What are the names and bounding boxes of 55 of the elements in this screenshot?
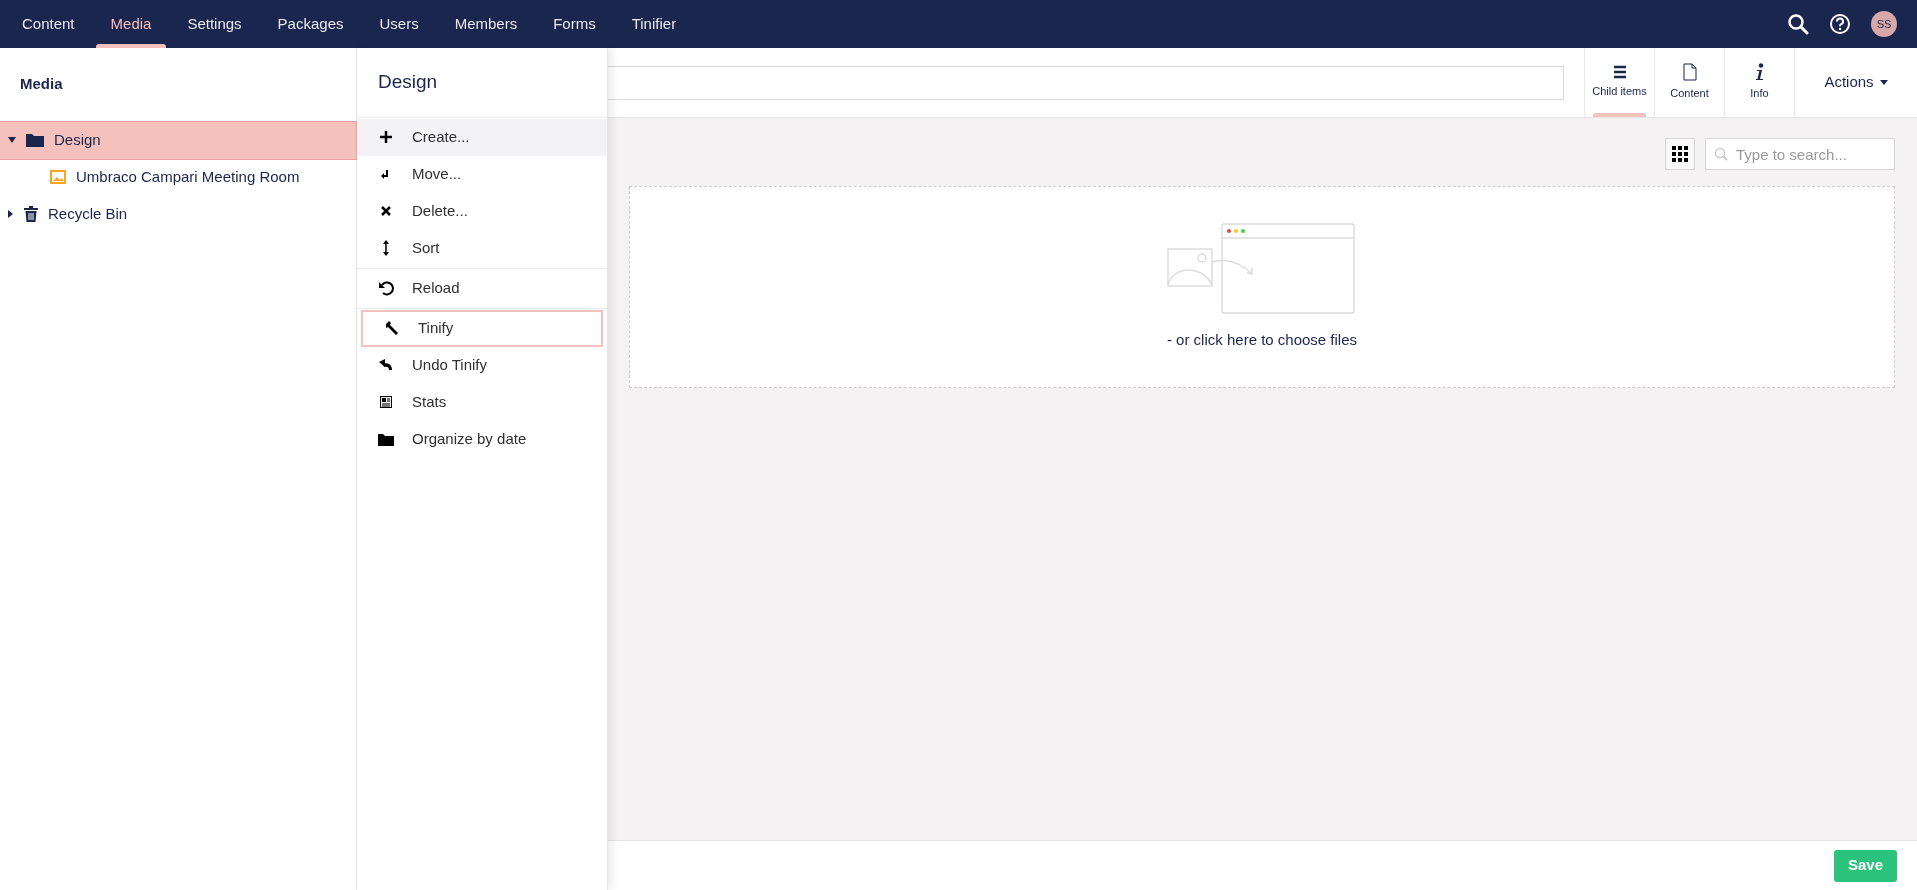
report-icon bbox=[378, 396, 394, 408]
undo-icon bbox=[378, 359, 394, 371]
tree-item-label: Design bbox=[54, 129, 101, 150]
section-tab[interactable]: Media bbox=[92, 0, 170, 48]
document-icon bbox=[1682, 63, 1697, 82]
app-tab[interactable]: Child items bbox=[1584, 48, 1654, 117]
app-tab[interactable]: Info bbox=[1724, 48, 1794, 117]
plus-icon bbox=[378, 131, 394, 143]
app-tab[interactable]: Content bbox=[1654, 48, 1724, 117]
caret-icon bbox=[1879, 80, 1888, 85]
menu-item[interactable]: Reload bbox=[357, 269, 607, 307]
section-tab[interactable]: Settings bbox=[169, 0, 260, 48]
folder-icon bbox=[378, 432, 394, 446]
menu-item[interactable]: Create... bbox=[357, 118, 607, 156]
name-field[interactable] bbox=[607, 65, 1564, 100]
section-tab[interactable]: Content bbox=[4, 0, 93, 48]
info-icon bbox=[1754, 63, 1765, 82]
search-field[interactable]: Type to search... bbox=[1705, 138, 1895, 170]
upload-dropzone[interactable]: - or click here to choose files bbox=[629, 186, 1895, 388]
grid-view-button[interactable] bbox=[1665, 138, 1695, 170]
section-tab[interactable]: Packages bbox=[259, 0, 362, 48]
caret-icon[interactable] bbox=[6, 210, 14, 218]
section-tab[interactable]: Tinifier bbox=[613, 0, 695, 48]
menu-item[interactable]: Stats bbox=[357, 383, 607, 421]
close-icon bbox=[378, 206, 394, 216]
reload-icon bbox=[378, 280, 394, 296]
menu-item[interactable]: Sort bbox=[357, 229, 607, 267]
list-icon bbox=[1612, 65, 1627, 80]
grid-icon bbox=[1672, 146, 1688, 162]
help-icon[interactable] bbox=[1829, 13, 1851, 35]
search-icon bbox=[1714, 147, 1728, 161]
tree-item-label: Umbraco Campari Meeting Room bbox=[76, 166, 300, 187]
choose-files-link[interactable]: - or click here to choose files bbox=[1166, 328, 1358, 352]
search-icon[interactable] bbox=[1787, 13, 1809, 35]
menu-item[interactable]: Move... bbox=[357, 155, 607, 193]
menu-title: Design bbox=[377, 70, 439, 94]
image-icon bbox=[50, 170, 66, 184]
tree-item[interactable]: Recycle Bin bbox=[0, 195, 356, 233]
section-tab[interactable]: Members bbox=[436, 0, 536, 48]
tree-item[interactable]: Design bbox=[0, 121, 356, 159]
tree-item[interactable]: Umbraco Campari Meeting Room bbox=[0, 158, 356, 196]
menu-item[interactable]: Delete... bbox=[357, 192, 607, 230]
caret-icon[interactable] bbox=[8, 137, 16, 143]
menu-item[interactable]: Undo Tinify bbox=[357, 346, 607, 384]
user-avatar[interactable]: SS bbox=[1871, 11, 1897, 37]
folder-icon bbox=[26, 133, 44, 147]
tree-title: Media bbox=[19, 74, 64, 94]
section-tab[interactable]: Forms bbox=[535, 0, 614, 48]
trash-icon bbox=[24, 206, 38, 222]
wrench-icon bbox=[384, 321, 400, 335]
actions-button[interactable]: Actions bbox=[1794, 48, 1917, 117]
section-tab[interactable]: Users bbox=[361, 0, 437, 48]
menu-item[interactable]: Organize by date bbox=[357, 420, 607, 458]
tree-item-label: Recycle Bin bbox=[48, 203, 128, 224]
menu-item[interactable]: Tinify bbox=[361, 309, 603, 347]
